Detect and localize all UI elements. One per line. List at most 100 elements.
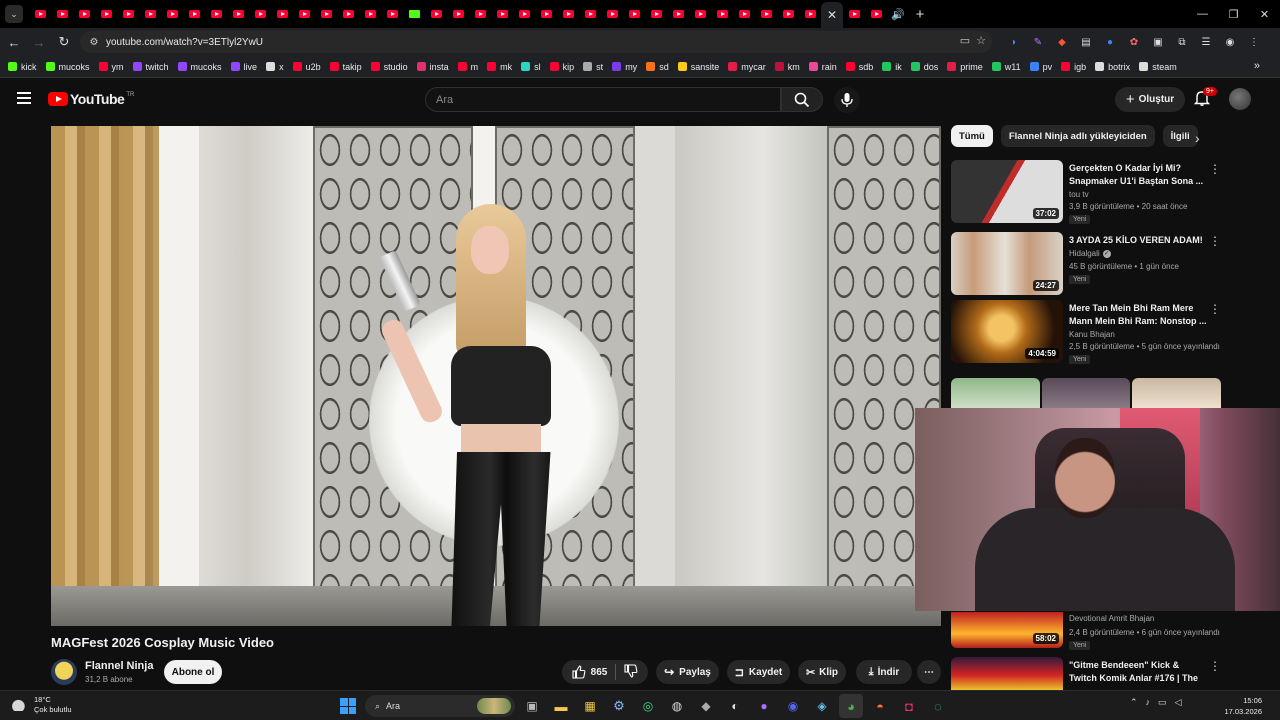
bookmark-item[interactable]: x	[266, 62, 284, 72]
reload-button[interactable]: ↻	[53, 31, 75, 53]
bookmark-item[interactable]: sansite	[677, 62, 719, 72]
address-bar[interactable]: ⚙ youtube.com/watch?v=3ETlyl2YwU ▭ ☆	[80, 31, 992, 53]
recommendation-item[interactable]: 58:02 Devotional Amrit Bhajan 2,4 B görü…	[951, 612, 1221, 656]
recommendation-title[interactable]: Gerçekten O Kadar İyi Mi? Snapmaker U1'i…	[1069, 162, 1209, 187]
browser-tab[interactable]	[755, 3, 777, 25]
menu-icon[interactable]	[17, 92, 31, 104]
browser-tab[interactable]	[117, 3, 139, 25]
whatsapp-icon[interactable]: ◌	[926, 694, 950, 718]
app-icon[interactable]: ◍	[665, 694, 689, 718]
browser-tab[interactable]	[667, 3, 689, 25]
back-button[interactable]: ←	[3, 31, 25, 53]
browser-tab[interactable]	[843, 3, 865, 25]
search-input[interactable]	[426, 88, 780, 111]
browser-tab[interactable]	[29, 3, 51, 25]
clip-button[interactable]: ✂ Klip	[798, 660, 846, 684]
bookmark-item[interactable]: takip	[329, 62, 362, 72]
browser-tab[interactable]: 🔊	[887, 3, 909, 25]
bookmark-item[interactable]: w11	[991, 62, 1021, 72]
browser-tab[interactable]	[183, 3, 205, 25]
browser-tab[interactable]	[381, 3, 403, 25]
new-tab-button[interactable]: +	[909, 6, 931, 23]
chevron-right-icon[interactable]: ›	[1195, 130, 1200, 146]
browser-tab[interactable]	[601, 3, 623, 25]
bookmark-item[interactable]: live	[230, 62, 257, 72]
browser-tab[interactable]	[403, 3, 425, 25]
cast-icon[interactable]: ▭	[960, 34, 970, 47]
dislike-button[interactable]	[624, 663, 638, 681]
download-button[interactable]: ⤓ İndir	[856, 660, 912, 684]
extension-icon[interactable]: ◗	[1004, 32, 1024, 52]
headset-icon[interactable]: ◎	[636, 694, 660, 718]
chip-related[interactable]: İlgili	[1162, 125, 1198, 147]
recommendation-item[interactable]: 24:27 3 AYDA 25 KİLO VEREN ADAM! Hidalga…	[951, 232, 1221, 298]
instagram-icon[interactable]: ◘	[897, 694, 921, 718]
browser-tab[interactable]	[425, 3, 447, 25]
bookmark-item[interactable]: prime	[947, 62, 983, 72]
bookmark-item[interactable]: sl	[521, 62, 541, 72]
bookmark-item[interactable]: mucoks	[45, 62, 90, 72]
bookmark-item[interactable]: mucoks	[177, 62, 222, 72]
video-thumbnail[interactable]	[1132, 378, 1222, 408]
reading-list-icon[interactable]: ☰	[1196, 32, 1216, 52]
task-view-icon[interactable]: ▣	[520, 694, 544, 718]
file-explorer-icon[interactable]: ▬	[549, 694, 573, 718]
browser-tab[interactable]	[535, 3, 557, 25]
browser-tab[interactable]	[51, 3, 73, 25]
search-button[interactable]	[781, 87, 823, 112]
minimize-button[interactable]: —	[1187, 0, 1218, 28]
browser-tab[interactable]	[227, 3, 249, 25]
video-thumbnail[interactable]: 58:02	[951, 612, 1063, 648]
app-icon[interactable]: ◐	[723, 694, 747, 718]
recommendation-title[interactable]: "Gitme Bendeeen" Kick & Twitch Komik Anl…	[1069, 659, 1209, 684]
bookmark-item[interactable]: igb	[1061, 62, 1086, 72]
network-icon[interactable]: ▭	[1158, 697, 1167, 708]
chip-all[interactable]: Tümü	[951, 125, 993, 147]
bookmark-item[interactable]: botrix	[1095, 62, 1130, 72]
extension-icon[interactable]: ◆	[1052, 32, 1072, 52]
chrome-icon[interactable]: ◕	[839, 694, 863, 718]
recommendation-channel[interactable]: Devotional Amrit Bhajan	[1069, 614, 1154, 623]
bookmark-item[interactable]: ym	[98, 62, 124, 72]
browser-tab[interactable]	[711, 3, 733, 25]
browser-tab[interactable]	[315, 3, 337, 25]
create-button[interactable]: + Oluştur	[1115, 87, 1185, 112]
bookmarks-overflow-icon[interactable]: »	[1254, 60, 1260, 72]
close-tab-icon[interactable]: ✕	[827, 8, 837, 22]
notifications-button[interactable]: 9+	[1193, 87, 1217, 109]
app-icon[interactable]: ●	[752, 694, 776, 718]
recommendation-channel[interactable]: Hidalgali ✓	[1069, 249, 1111, 258]
recommendation-channel[interactable]: tou tv	[1069, 190, 1089, 199]
profile-icon[interactable]: ◉	[1220, 32, 1240, 52]
bookmark-item[interactable]: ik	[882, 62, 902, 72]
microphone-icon[interactable]: ♪	[1146, 697, 1151, 708]
bookmark-item[interactable]: kip	[549, 62, 574, 72]
browser-tab[interactable]	[161, 3, 183, 25]
browser-tab[interactable]	[623, 3, 645, 25]
browser-tab[interactable]	[513, 3, 535, 25]
tab-search-button[interactable]: ⌄	[5, 5, 23, 23]
account-avatar[interactable]	[1229, 88, 1251, 110]
browser-tab[interactable]	[73, 3, 95, 25]
subscribe-button[interactable]: Abone ol	[164, 660, 222, 684]
bookmark-item[interactable]: mycar	[728, 62, 766, 72]
bookmark-item[interactable]: kick	[8, 62, 37, 72]
bookmark-item[interactable]: rain	[808, 62, 837, 72]
more-actions-button[interactable]: ⋯	[917, 660, 941, 684]
address-url[interactable]: youtube.com/watch?v=3ETlyl2YwU	[106, 37, 263, 48]
browser-tab[interactable]	[491, 3, 513, 25]
browser-tab[interactable]	[95, 3, 117, 25]
browser-tab[interactable]	[205, 3, 227, 25]
share-button[interactable]: ↪ Paylaş	[656, 660, 719, 684]
extensions-puzzle-icon[interactable]: ⧉	[1172, 32, 1192, 52]
browser-tab[interactable]	[799, 3, 821, 25]
bookmark-star-icon[interactable]: ☆	[976, 34, 986, 47]
bookmark-item[interactable]: mk	[487, 62, 512, 72]
bookmark-item[interactable]: sdb	[845, 62, 873, 72]
recommendation-channel[interactable]: Kanu Bhajan	[1069, 330, 1115, 339]
firefox-icon[interactable]: ◓	[868, 694, 892, 718]
taskbar-search[interactable]: ⌕ Ara	[365, 695, 515, 717]
recommendation-title[interactable]: 3 AYDA 25 KİLO VEREN ADAM!	[1069, 234, 1209, 247]
calculator-icon[interactable]: ▦	[578, 694, 602, 718]
extension-icon[interactable]: ✎	[1028, 32, 1048, 52]
